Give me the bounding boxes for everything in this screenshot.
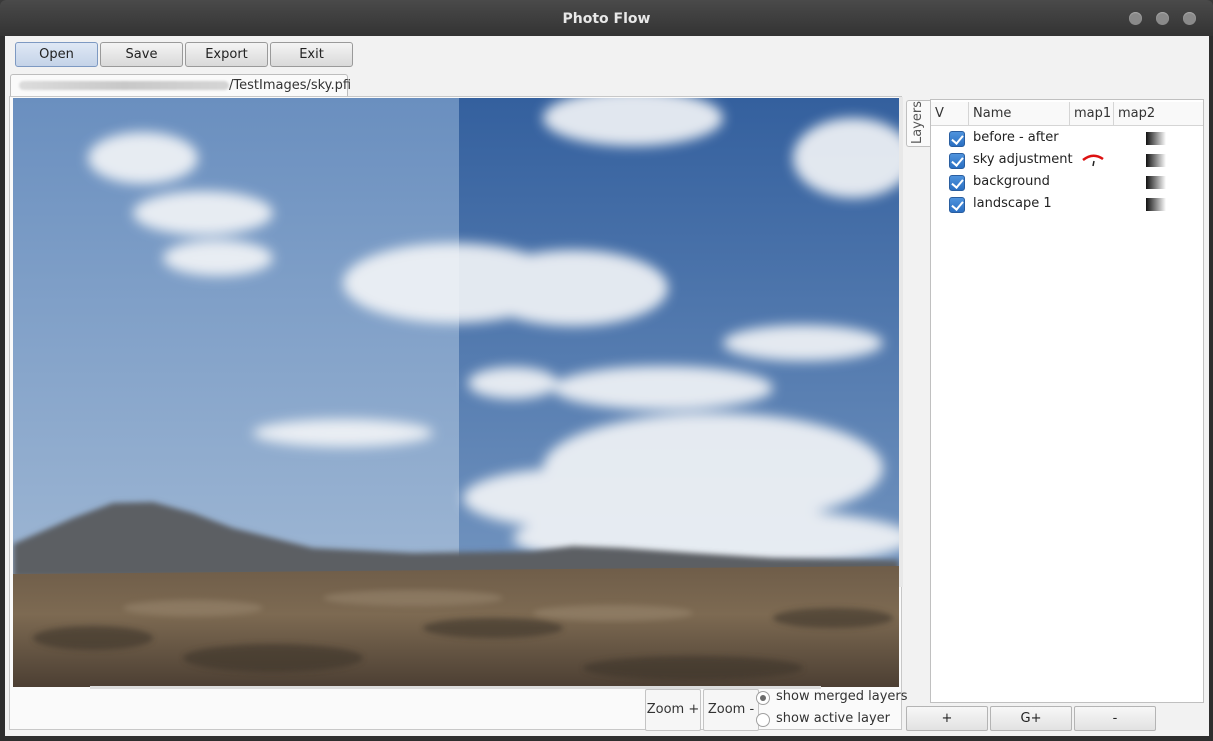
photo-canvas[interactable]	[13, 98, 899, 687]
gradient-mask-icon[interactable]	[1146, 198, 1166, 211]
add-layer-button[interactable]: +	[906, 706, 988, 731]
visibility-checkbox[interactable]	[949, 197, 965, 213]
minimize-icon[interactable]	[1129, 12, 1142, 25]
maximize-icon[interactable]	[1156, 12, 1169, 25]
zoom-out-button[interactable]: Zoom -	[703, 689, 759, 731]
window-title: Photo Flow	[562, 11, 651, 27]
main-area: Open Save Export Exit /TestImages/sky.pf…	[5, 36, 1209, 736]
layer-name[interactable]: before - after	[973, 130, 1059, 145]
layer-row[interactable]: before - after	[931, 128, 1203, 150]
app-window: Photo Flow Open Save Export Exit /TestIm…	[0, 0, 1213, 741]
titlebar[interactable]: Photo Flow	[0, 0, 1213, 36]
layers-tab-label: Layers	[910, 100, 925, 144]
layers-panel: V Name map1 map2 before - after sky adju…	[930, 99, 1204, 703]
radio-unselected-icon	[756, 713, 770, 727]
save-button[interactable]: Save	[100, 42, 183, 67]
gradient-mask-icon[interactable]	[1146, 176, 1166, 189]
gradient-mask-icon[interactable]	[1146, 154, 1166, 167]
show-active-label: show active layer	[776, 711, 890, 726]
layer-name[interactable]: landscape 1	[973, 196, 1052, 211]
visibility-checkbox[interactable]	[949, 131, 965, 147]
layer-name[interactable]: background	[973, 174, 1050, 189]
show-merged-label: show merged layers	[776, 689, 908, 704]
layer-row[interactable]: landscape 1	[931, 194, 1203, 216]
blurred-path-prefix	[19, 81, 229, 90]
close-icon[interactable]	[1183, 12, 1196, 25]
tab-layers[interactable]: Layers	[906, 100, 932, 147]
zoom-in-button[interactable]: Zoom +	[645, 689, 701, 731]
curves-icon[interactable]	[1081, 153, 1107, 167]
remove-layer-button[interactable]: -	[1074, 706, 1156, 731]
layer-row[interactable]: sky adjustment	[931, 150, 1203, 172]
vertical-scrollbar[interactable]	[899, 97, 903, 587]
layer-name[interactable]: sky adjustment	[973, 152, 1073, 167]
column-visible[interactable]: V	[931, 102, 969, 126]
file-tab[interactable]: /TestImages/sky.pfi	[10, 74, 352, 96]
column-map1[interactable]: map1	[1070, 102, 1114, 126]
layer-row[interactable]: background	[931, 172, 1203, 194]
file-path: /TestImages/sky.pfi	[229, 78, 352, 93]
open-button[interactable]: Open	[15, 42, 98, 67]
radio-selected-icon	[756, 691, 770, 705]
visibility-checkbox[interactable]	[949, 175, 965, 191]
exit-button[interactable]: Exit	[270, 42, 353, 67]
gradient-mask-icon[interactable]	[1146, 132, 1166, 145]
visibility-checkbox[interactable]	[949, 153, 965, 169]
image-view[interactable]	[9, 96, 903, 730]
add-group-button[interactable]: G+	[990, 706, 1072, 731]
column-map2[interactable]: map2	[1114, 102, 1203, 126]
export-button[interactable]: Export	[185, 42, 268, 67]
column-name[interactable]: Name	[969, 102, 1070, 126]
